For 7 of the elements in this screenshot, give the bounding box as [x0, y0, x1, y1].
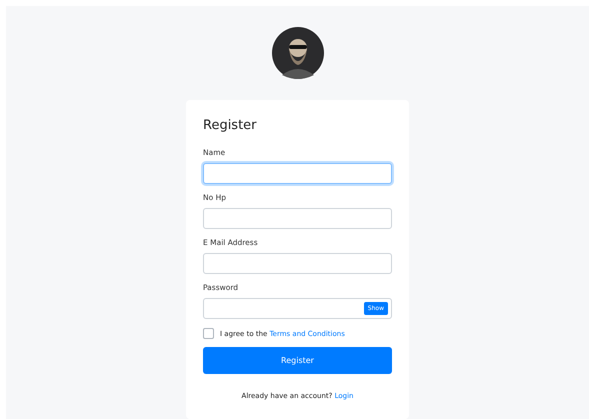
avatar-icon [272, 27, 324, 79]
agree-checkbox[interactable] [203, 328, 214, 339]
register-button[interactable]: Register [203, 347, 392, 374]
form-title: Register [203, 118, 257, 134]
input-field[interactable] [203, 208, 392, 229]
input-field[interactable] [203, 163, 392, 184]
input-field[interactable] [203, 253, 392, 274]
